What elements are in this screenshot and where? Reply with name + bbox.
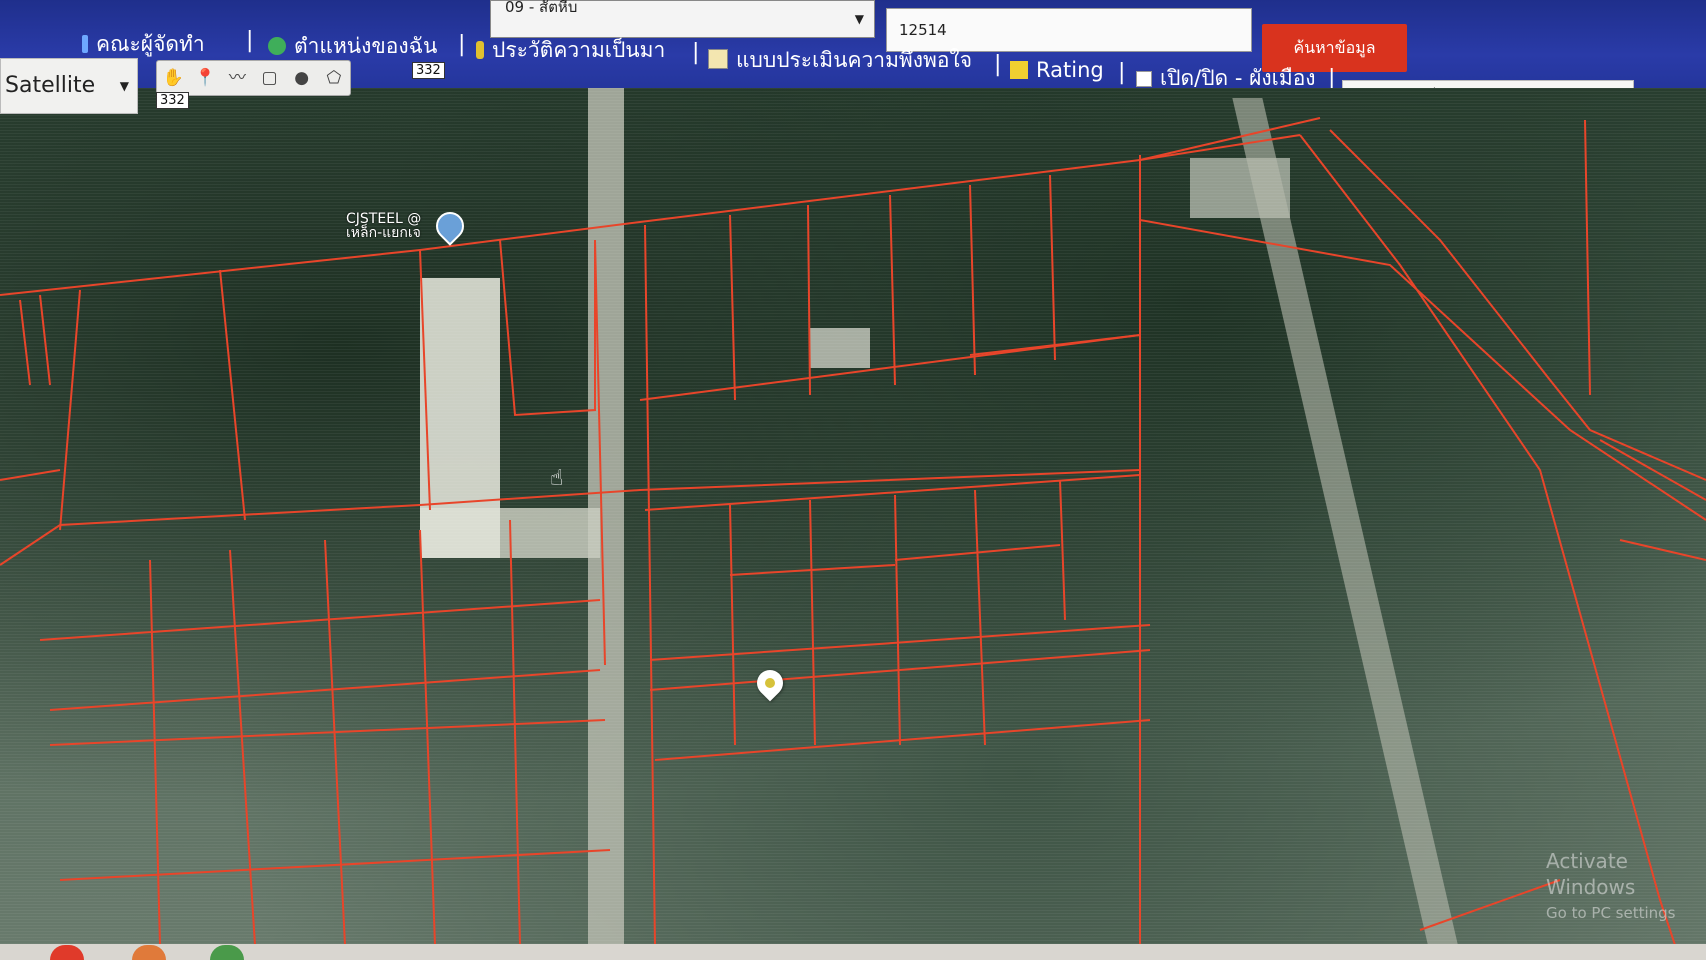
route-shield: 332: [156, 92, 189, 109]
nav-separator: |: [246, 28, 254, 53]
polygon-icon[interactable]: ⬠: [322, 66, 346, 90]
nav-item-team[interactable]: คณะผู้จัดทำ: [82, 28, 205, 61]
nav-label: เปิด/ปิด - ผังเมือง: [1160, 66, 1316, 90]
chevron-down-icon: ▼: [854, 12, 864, 26]
rectangle-icon[interactable]: ▢: [258, 66, 282, 90]
nav-item-rating[interactable]: Rating: [1010, 58, 1104, 82]
circle-icon[interactable]: ●: [290, 66, 314, 90]
watermark-title: Activate Windows: [1546, 849, 1636, 899]
map-view[interactable]: [0, 88, 1706, 944]
info-icon: [82, 35, 88, 53]
poi-label[interactable]: CJSTEEL @ เหล็ก-แยกเจ: [346, 212, 421, 240]
nav-label: ตำแหน่งของฉัน: [294, 34, 438, 58]
pin-icon[interactable]: 📍: [193, 66, 217, 90]
nav-label: แบบประเมินความพึงพอใจ: [736, 48, 973, 72]
district-select-value: 09 - สัตหีบ: [505, 0, 578, 16]
map-type-select[interactable]: Satellite ▼: [0, 58, 138, 114]
watermark-subtitle: Go to PC settings: [1546, 904, 1676, 922]
nav-label: คณะผู้จัดทำ: [96, 32, 205, 56]
form-icon: [708, 49, 728, 69]
building-lot: [810, 328, 870, 368]
activate-windows-watermark: Activate Windows Go to PC settings: [1546, 848, 1706, 926]
nav-item-survey[interactable]: แบบประเมินความพึงพอใจ: [708, 44, 972, 77]
poi-subname: เหล็ก-แยกเจ: [346, 225, 421, 241]
globe-icon: [268, 37, 286, 55]
road: [1232, 98, 1458, 944]
scanline-overlay: [0, 88, 1706, 944]
poi-name: CJSTEEL @: [346, 211, 422, 227]
nav-label: Rating: [1036, 58, 1104, 82]
plant-icon: [476, 41, 484, 59]
hand-icon[interactable]: ✋: [161, 66, 185, 90]
hand-cursor-icon: ☝: [550, 466, 564, 491]
chevron-down-icon: ▼: [119, 79, 129, 93]
nav-item-my-location[interactable]: ตำแหน่งของฉัน: [268, 30, 437, 63]
building-lot: [420, 278, 500, 558]
checkbox-icon[interactable]: [1136, 71, 1152, 87]
taskbar: [0, 944, 1706, 960]
chart-icon: [1010, 61, 1028, 79]
nav-separator: |: [994, 52, 1002, 77]
map-type-value: Satellite: [5, 73, 96, 98]
nav-separator: |: [692, 40, 700, 65]
nav-label: ประวัติความเป็นมา: [492, 38, 666, 62]
polyline-icon[interactable]: 〰: [225, 66, 249, 90]
nav-separator: |: [458, 32, 466, 57]
route-shield: 332: [412, 62, 445, 79]
drawing-toolbar: ✋ 📍 〰 ▢ ● ⬠: [156, 60, 351, 96]
nav-item-history[interactable]: ประวัติความเป็นมา: [476, 34, 665, 67]
nav-separator: |: [1118, 60, 1126, 85]
